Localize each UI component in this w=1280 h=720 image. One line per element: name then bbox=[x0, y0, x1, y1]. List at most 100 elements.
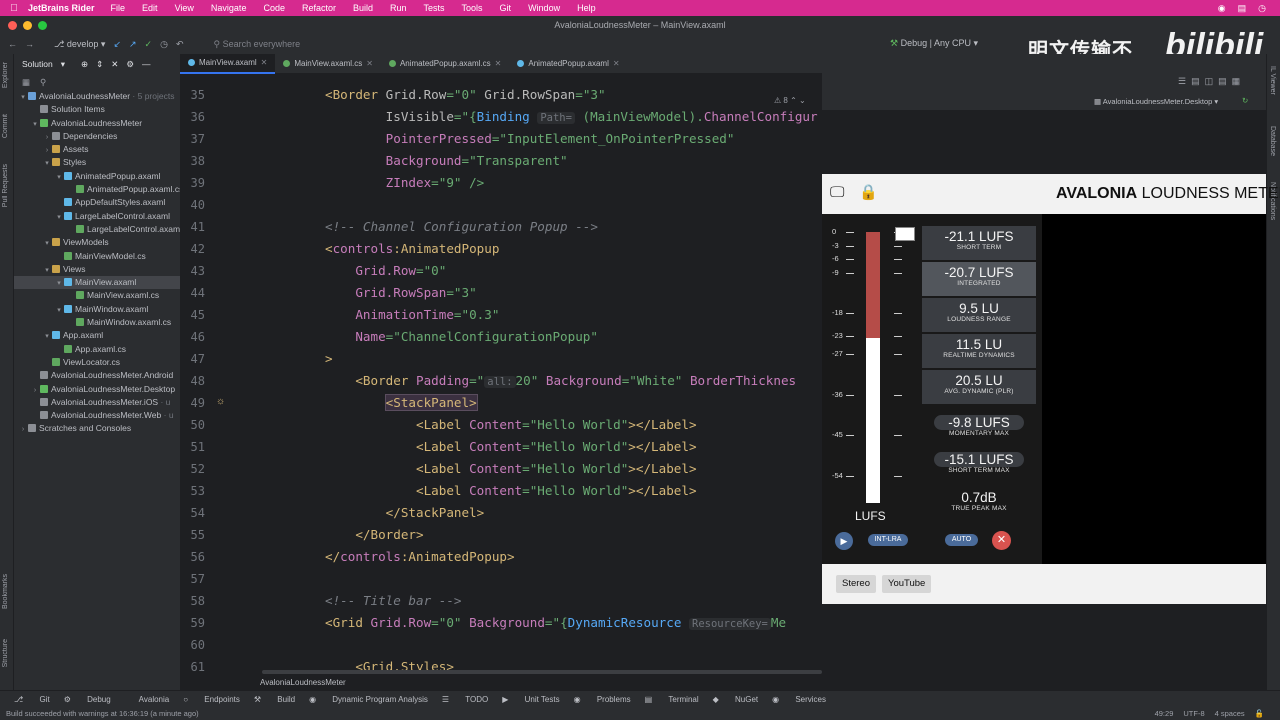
filter-icon[interactable]: ▦ bbox=[22, 77, 30, 88]
tool-services[interactable]: ◉ Services bbox=[772, 695, 826, 704]
tree-item[interactable]: MainView.axaml.cs bbox=[14, 289, 180, 302]
close-window-button[interactable] bbox=[8, 21, 17, 30]
close-icon[interactable]: ✕ bbox=[111, 59, 118, 70]
collapse-icon[interactable]: ⇕ bbox=[96, 59, 103, 70]
close-icon[interactable]: ✕ bbox=[613, 54, 620, 74]
close-icon[interactable]: ✕ bbox=[495, 54, 502, 74]
code-line[interactable]: Grid.RowSpan="3" bbox=[325, 282, 476, 304]
chevron-icon[interactable]: ▾ bbox=[54, 277, 64, 289]
chevron-icon[interactable]: ▾ bbox=[42, 157, 52, 169]
chevron-down-icon[interactable]: ▾ bbox=[61, 59, 65, 70]
explorer-tool-tab[interactable]: Explorer bbox=[2, 62, 9, 88]
code-line[interactable]: ZIndex="9" /> bbox=[325, 172, 485, 194]
il-viewer-tool-tab[interactable]: IL Viewer bbox=[1269, 66, 1276, 95]
solution-title[interactable]: Solution bbox=[22, 59, 53, 69]
structure-tool-tab[interactable]: Structure bbox=[2, 639, 9, 667]
chevron-icon[interactable]: › bbox=[18, 423, 28, 435]
tool-avalonia[interactable]: Avalonia bbox=[125, 695, 170, 704]
tree-item[interactable]: AvaloniaLoudnessMeter.Android bbox=[14, 369, 180, 382]
lightbulb-icon[interactable]: ☼ bbox=[216, 396, 225, 407]
control-center-icon[interactable]: ▤ bbox=[1238, 3, 1247, 14]
code-line[interactable]: <!-- Channel Configuration Popup --> bbox=[325, 216, 598, 238]
tree-item[interactable]: ▾ AnimatedPopup.axaml bbox=[14, 170, 180, 183]
menu-help[interactable]: Help bbox=[577, 3, 596, 13]
code-editor[interactable]: 35 36 37 38 39 40 41 42 43 44 45 46 47 48 49 50 51 52 53 54… bbox=[180, 84, 822, 690]
code-line[interactable]: <Label Content="Hello World"></Label> bbox=[325, 480, 697, 502]
code-line[interactable]: Background="Transparent" bbox=[325, 150, 568, 172]
bookmarks-tool-tab[interactable]: Bookmarks bbox=[2, 574, 9, 609]
tree-item[interactable]: ▾ MainWindow.axaml bbox=[14, 303, 180, 316]
back-icon[interactable]: ← bbox=[8, 39, 17, 49]
menu-tests[interactable]: Tests bbox=[424, 3, 445, 13]
code-line[interactable]: <controls:AnimatedPopup bbox=[325, 238, 499, 260]
chevron-icon[interactable]: ▾ bbox=[54, 171, 64, 183]
menu-build[interactable]: Build bbox=[353, 3, 373, 13]
gear-icon[interactable]: ⚙ bbox=[126, 59, 134, 70]
tree-item[interactable]: Solution Items bbox=[14, 103, 180, 116]
tool-git[interactable]: ⎇ Git bbox=[14, 695, 50, 704]
search-everywhere[interactable]: ⚲ Search everywhere bbox=[213, 39, 300, 50]
tree-item[interactable]: ▾ LargeLabelControl.axaml bbox=[14, 210, 180, 223]
target-icon[interactable]: ⊕ bbox=[81, 59, 88, 70]
clock-icon[interactable]: ◷ bbox=[1258, 3, 1266, 14]
code-line[interactable]: AnimationTime="0.3" bbox=[325, 304, 499, 326]
tree-item[interactable]: App.axaml.cs bbox=[14, 343, 180, 356]
chevron-icon[interactable]: ▾ bbox=[42, 237, 52, 249]
chevron-icon[interactable]: ▾ bbox=[54, 304, 64, 316]
code-line[interactable]: > bbox=[325, 348, 333, 370]
tool-terminal[interactable]: ▤ Terminal bbox=[645, 695, 699, 704]
tree-item[interactable]: AnimatedPopup.axaml.cs bbox=[14, 183, 180, 196]
close-icon[interactable]: ✕ bbox=[992, 531, 1011, 550]
forward-icon[interactable]: → bbox=[25, 39, 34, 49]
tree-item[interactable]: ▾ Styles bbox=[14, 156, 180, 169]
run-config-selector[interactable]: ⚒ Debug | Any CPU ▾ bbox=[890, 38, 978, 49]
tab-mainview-cs[interactable]: MainView.axaml.cs ✕ bbox=[275, 54, 381, 74]
tree-item[interactable]: MainWindow.axaml.cs bbox=[14, 316, 180, 329]
pull-requests-tool-tab[interactable]: Pull Requests bbox=[2, 164, 9, 207]
menu-view[interactable]: View bbox=[175, 3, 194, 13]
file-encoding[interactable]: UTF-8 bbox=[1183, 709, 1204, 718]
code-line[interactable]: <!-- Title bar --> bbox=[325, 590, 461, 612]
git-commit-icon[interactable]: ✓ bbox=[145, 39, 153, 50]
tool-problems[interactable]: ◉ Problems bbox=[574, 695, 631, 704]
youtube-button[interactable]: YouTube bbox=[882, 575, 932, 593]
zoom-window-button[interactable] bbox=[38, 21, 47, 30]
play-icon[interactable]: ▶ bbox=[835, 532, 853, 550]
caret-position[interactable]: 49:29 bbox=[1155, 709, 1174, 718]
code-line[interactable]: </Border> bbox=[325, 524, 423, 546]
tree-item[interactable]: › AvaloniaLoudnessMeter.Desktop bbox=[14, 383, 180, 396]
tree-item[interactable]: ▾ Views bbox=[14, 263, 180, 276]
close-icon[interactable]: ✕ bbox=[366, 54, 373, 74]
menu-tools[interactable]: Tools bbox=[462, 3, 483, 13]
menu-code[interactable]: Code bbox=[263, 3, 285, 13]
git-history-icon[interactable]: ◷ bbox=[160, 39, 168, 50]
tree-item[interactable]: ViewLocator.cs bbox=[14, 356, 180, 369]
minimize-icon[interactable]: — bbox=[142, 59, 151, 69]
code-line[interactable]: <Label Content="Hello World"></Label> bbox=[325, 414, 697, 436]
apple-icon[interactable]:  bbox=[0, 3, 28, 14]
tool-debug[interactable]: ⚙ Debug bbox=[64, 695, 111, 704]
branch-selector[interactable]: ⎇ develop ▾ bbox=[54, 39, 105, 50]
database-tool-tab[interactable]: Database bbox=[1269, 126, 1276, 156]
int-lra-toggle[interactable]: INT-LRA bbox=[868, 534, 908, 546]
chevron-icon[interactable]: ▾ bbox=[42, 330, 52, 342]
code-line[interactable]: <Grid Grid.Row="0" Background="{DynamicR… bbox=[325, 612, 786, 634]
code-line[interactable]: <Label Content="Hello World"></Label> bbox=[325, 436, 697, 458]
code-line[interactable]: <Grid.Styles> bbox=[325, 656, 454, 678]
commit-tool-tab[interactable]: Commit bbox=[2, 114, 9, 138]
rollback-icon[interactable]: ↶ bbox=[176, 39, 184, 50]
minimize-window-button[interactable] bbox=[23, 21, 32, 30]
code-line[interactable]: </controls:AnimatedPopup> bbox=[325, 546, 515, 568]
menu-git[interactable]: Git bbox=[500, 3, 512, 13]
tree-item[interactable]: AppDefaultStyles.axaml bbox=[14, 196, 180, 209]
inspection-widget[interactable]: ⚠ 8 ⌃ ⌄ bbox=[774, 96, 806, 105]
stereo-button[interactable]: Stereo bbox=[836, 575, 876, 593]
tool-endpoints[interactable]: ○ Endpoints bbox=[183, 695, 240, 704]
tool-unit-tests[interactable]: ▶ Unit Tests bbox=[502, 695, 559, 704]
tree-item[interactable]: › Assets bbox=[14, 143, 180, 156]
tool-nuget[interactable]: ◆ NuGet bbox=[713, 695, 759, 704]
tree-item[interactable]: › Scratches and Consoles bbox=[14, 422, 180, 435]
preview-target-selector[interactable]: ▦ AvaloniaLoudnessMeter.Desktop ▾ bbox=[1094, 97, 1218, 106]
tree-item[interactable]: ▾ App.axaml bbox=[14, 329, 180, 342]
tree-item[interactable]: ▾ ViewModels bbox=[14, 236, 180, 249]
